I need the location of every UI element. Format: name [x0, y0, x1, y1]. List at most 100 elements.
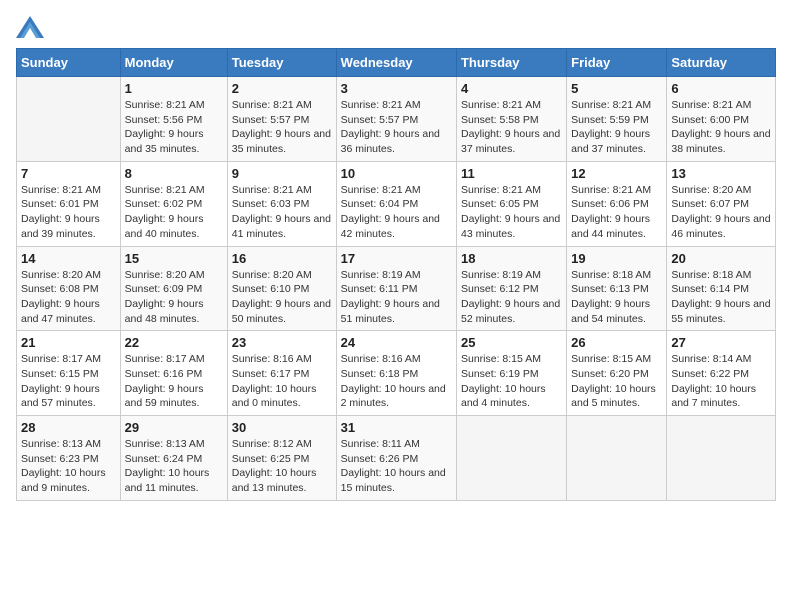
calendar-cell: 18 Sunrise: 8:19 AMSunset: 6:12 PMDaylig… — [456, 246, 566, 331]
day-info: Sunrise: 8:21 AMSunset: 5:59 PMDaylight:… — [571, 98, 662, 157]
calendar-week-row: 28 Sunrise: 8:13 AMSunset: 6:23 PMDaylig… — [17, 416, 776, 501]
calendar-cell — [667, 416, 776, 501]
calendar-cell: 24 Sunrise: 8:16 AMSunset: 6:18 PMDaylig… — [336, 331, 456, 416]
day-number: 29 — [125, 420, 223, 435]
day-number: 7 — [21, 166, 116, 181]
calendar-cell: 28 Sunrise: 8:13 AMSunset: 6:23 PMDaylig… — [17, 416, 121, 501]
day-info: Sunrise: 8:19 AMSunset: 6:11 PMDaylight:… — [341, 268, 452, 327]
calendar-cell: 11 Sunrise: 8:21 AMSunset: 6:05 PMDaylig… — [456, 161, 566, 246]
day-info: Sunrise: 8:21 AMSunset: 5:57 PMDaylight:… — [341, 98, 452, 157]
header-day-monday: Monday — [120, 49, 227, 77]
day-number: 30 — [232, 420, 332, 435]
day-info: Sunrise: 8:15 AMSunset: 6:19 PMDaylight:… — [461, 352, 562, 411]
day-number: 22 — [125, 335, 223, 350]
day-number: 20 — [671, 251, 771, 266]
day-number: 4 — [461, 81, 562, 96]
day-info: Sunrise: 8:21 AMSunset: 6:03 PMDaylight:… — [232, 183, 332, 242]
day-info: Sunrise: 8:17 AMSunset: 6:15 PMDaylight:… — [21, 352, 116, 411]
day-number: 5 — [571, 81, 662, 96]
day-info: Sunrise: 8:21 AMSunset: 6:06 PMDaylight:… — [571, 183, 662, 242]
calendar-cell: 25 Sunrise: 8:15 AMSunset: 6:19 PMDaylig… — [456, 331, 566, 416]
day-number: 2 — [232, 81, 332, 96]
calendar-cell: 19 Sunrise: 8:18 AMSunset: 6:13 PMDaylig… — [567, 246, 667, 331]
day-number: 18 — [461, 251, 562, 266]
day-number: 9 — [232, 166, 332, 181]
day-number: 1 — [125, 81, 223, 96]
calendar-cell: 1 Sunrise: 8:21 AMSunset: 5:56 PMDayligh… — [120, 77, 227, 162]
day-number: 13 — [671, 166, 771, 181]
day-info: Sunrise: 8:12 AMSunset: 6:25 PMDaylight:… — [232, 437, 332, 496]
calendar-cell: 20 Sunrise: 8:18 AMSunset: 6:14 PMDaylig… — [667, 246, 776, 331]
day-info: Sunrise: 8:14 AMSunset: 6:22 PMDaylight:… — [671, 352, 771, 411]
logo — [16, 16, 48, 38]
calendar-cell: 7 Sunrise: 8:21 AMSunset: 6:01 PMDayligh… — [17, 161, 121, 246]
calendar-cell: 8 Sunrise: 8:21 AMSunset: 6:02 PMDayligh… — [120, 161, 227, 246]
calendar-week-row: 7 Sunrise: 8:21 AMSunset: 6:01 PMDayligh… — [17, 161, 776, 246]
calendar-cell: 23 Sunrise: 8:16 AMSunset: 6:17 PMDaylig… — [227, 331, 336, 416]
calendar-cell: 27 Sunrise: 8:14 AMSunset: 6:22 PMDaylig… — [667, 331, 776, 416]
day-number: 31 — [341, 420, 452, 435]
day-info: Sunrise: 8:18 AMSunset: 6:14 PMDaylight:… — [671, 268, 771, 327]
day-number: 17 — [341, 251, 452, 266]
day-info: Sunrise: 8:21 AMSunset: 6:01 PMDaylight:… — [21, 183, 116, 242]
header-day-sunday: Sunday — [17, 49, 121, 77]
header — [16, 16, 776, 38]
day-number: 12 — [571, 166, 662, 181]
day-number: 21 — [21, 335, 116, 350]
day-number: 27 — [671, 335, 771, 350]
day-info: Sunrise: 8:18 AMSunset: 6:13 PMDaylight:… — [571, 268, 662, 327]
calendar-cell — [17, 77, 121, 162]
calendar-cell: 21 Sunrise: 8:17 AMSunset: 6:15 PMDaylig… — [17, 331, 121, 416]
header-day-friday: Friday — [567, 49, 667, 77]
calendar-cell: 3 Sunrise: 8:21 AMSunset: 5:57 PMDayligh… — [336, 77, 456, 162]
day-info: Sunrise: 8:13 AMSunset: 6:24 PMDaylight:… — [125, 437, 223, 496]
day-info: Sunrise: 8:19 AMSunset: 6:12 PMDaylight:… — [461, 268, 562, 327]
day-info: Sunrise: 8:21 AMSunset: 6:00 PMDaylight:… — [671, 98, 771, 157]
calendar-cell: 12 Sunrise: 8:21 AMSunset: 6:06 PMDaylig… — [567, 161, 667, 246]
calendar-cell: 9 Sunrise: 8:21 AMSunset: 6:03 PMDayligh… — [227, 161, 336, 246]
calendar-cell: 4 Sunrise: 8:21 AMSunset: 5:58 PMDayligh… — [456, 77, 566, 162]
calendar-header-row: SundayMondayTuesdayWednesdayThursdayFrid… — [17, 49, 776, 77]
calendar-cell: 16 Sunrise: 8:20 AMSunset: 6:10 PMDaylig… — [227, 246, 336, 331]
day-number: 15 — [125, 251, 223, 266]
day-info: Sunrise: 8:15 AMSunset: 6:20 PMDaylight:… — [571, 352, 662, 411]
calendar-cell: 13 Sunrise: 8:20 AMSunset: 6:07 PMDaylig… — [667, 161, 776, 246]
day-info: Sunrise: 8:20 AMSunset: 6:07 PMDaylight:… — [671, 183, 771, 242]
day-number: 23 — [232, 335, 332, 350]
header-day-tuesday: Tuesday — [227, 49, 336, 77]
header-day-thursday: Thursday — [456, 49, 566, 77]
logo-icon — [16, 16, 44, 38]
day-number: 10 — [341, 166, 452, 181]
calendar-cell: 31 Sunrise: 8:11 AMSunset: 6:26 PMDaylig… — [336, 416, 456, 501]
day-number: 6 — [671, 81, 771, 96]
calendar-cell: 29 Sunrise: 8:13 AMSunset: 6:24 PMDaylig… — [120, 416, 227, 501]
calendar-week-row: 14 Sunrise: 8:20 AMSunset: 6:08 PMDaylig… — [17, 246, 776, 331]
day-info: Sunrise: 8:21 AMSunset: 6:05 PMDaylight:… — [461, 183, 562, 242]
day-info: Sunrise: 8:21 AMSunset: 6:02 PMDaylight:… — [125, 183, 223, 242]
calendar-cell: 14 Sunrise: 8:20 AMSunset: 6:08 PMDaylig… — [17, 246, 121, 331]
day-info: Sunrise: 8:21 AMSunset: 5:57 PMDaylight:… — [232, 98, 332, 157]
calendar-cell: 6 Sunrise: 8:21 AMSunset: 6:00 PMDayligh… — [667, 77, 776, 162]
day-info: Sunrise: 8:20 AMSunset: 6:08 PMDaylight:… — [21, 268, 116, 327]
day-info: Sunrise: 8:21 AMSunset: 6:04 PMDaylight:… — [341, 183, 452, 242]
calendar-cell: 26 Sunrise: 8:15 AMSunset: 6:20 PMDaylig… — [567, 331, 667, 416]
calendar-cell: 15 Sunrise: 8:20 AMSunset: 6:09 PMDaylig… — [120, 246, 227, 331]
calendar-cell — [456, 416, 566, 501]
calendar-cell: 2 Sunrise: 8:21 AMSunset: 5:57 PMDayligh… — [227, 77, 336, 162]
calendar-cell: 30 Sunrise: 8:12 AMSunset: 6:25 PMDaylig… — [227, 416, 336, 501]
day-info: Sunrise: 8:16 AMSunset: 6:18 PMDaylight:… — [341, 352, 452, 411]
header-day-saturday: Saturday — [667, 49, 776, 77]
day-info: Sunrise: 8:16 AMSunset: 6:17 PMDaylight:… — [232, 352, 332, 411]
day-number: 3 — [341, 81, 452, 96]
header-day-wednesday: Wednesday — [336, 49, 456, 77]
day-info: Sunrise: 8:20 AMSunset: 6:10 PMDaylight:… — [232, 268, 332, 327]
day-info: Sunrise: 8:20 AMSunset: 6:09 PMDaylight:… — [125, 268, 223, 327]
day-info: Sunrise: 8:13 AMSunset: 6:23 PMDaylight:… — [21, 437, 116, 496]
day-number: 8 — [125, 166, 223, 181]
day-info: Sunrise: 8:11 AMSunset: 6:26 PMDaylight:… — [341, 437, 452, 496]
calendar-week-row: 21 Sunrise: 8:17 AMSunset: 6:15 PMDaylig… — [17, 331, 776, 416]
calendar-cell: 10 Sunrise: 8:21 AMSunset: 6:04 PMDaylig… — [336, 161, 456, 246]
day-number: 24 — [341, 335, 452, 350]
day-number: 11 — [461, 166, 562, 181]
day-number: 16 — [232, 251, 332, 266]
